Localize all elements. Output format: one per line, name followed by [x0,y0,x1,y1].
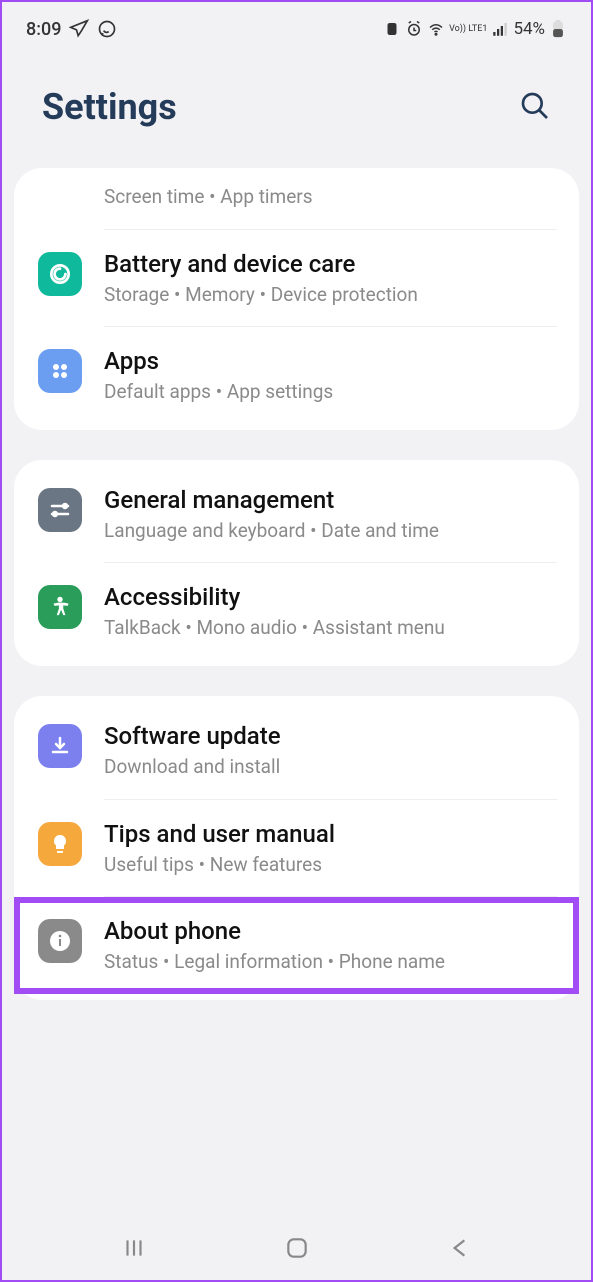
row-subtitle: Screen time • App timers [104,184,555,211]
status-time: 8:09 [26,19,61,40]
row-subtitle: Storage • Memory • Device protection [104,282,555,309]
page-title: Settings [42,86,177,128]
signal-icon [491,20,509,38]
settings-item-digital-wellbeing[interactable]: Screen time • App timers [14,174,579,229]
settings-item-apps[interactable]: Apps Default apps • App settings [14,327,579,424]
alarm-icon [405,20,423,38]
settings-item-general-management[interactable]: General management Language and keyboard… [14,466,579,563]
software-update-icon [38,724,82,768]
settings-item-software-update[interactable]: Software update Download and install [14,702,579,799]
row-title: Battery and device care [104,250,555,278]
row-title: Tips and user manual [104,820,555,848]
back-button[interactable] [447,1235,473,1265]
volte-indicator: Vo)) LTE1 [449,25,487,34]
settings-group-device: Screen time • App timers Battery and dev… [14,168,579,430]
row-subtitle: Download and install [104,754,555,781]
status-bar: 8:09 Vo)) LTE1 54% [2,2,591,56]
wifi-icon [427,20,445,38]
row-subtitle: Status • Legal information • Phone name [104,949,555,976]
row-subtitle: Default apps • App settings [104,379,555,406]
search-icon [519,90,551,122]
row-title: Apps [104,347,555,375]
notification-icon [383,20,401,38]
tips-icon [38,822,82,866]
settings-item-tips[interactable]: Tips and user manual Useful tips • New f… [14,800,579,897]
row-title: Accessibility [104,583,555,611]
settings-item-accessibility[interactable]: Accessibility TalkBack • Mono audio • As… [14,563,579,660]
row-subtitle: Language and keyboard • Date and time [104,518,555,545]
settings-item-battery-care[interactable]: Battery and device care Storage • Memory… [14,230,579,327]
header: Settings [2,56,591,168]
apps-icon [38,349,82,393]
about-phone-icon [38,919,82,963]
settings-group-general: General management Language and keyboard… [14,460,579,666]
settings-group-about: Software update Download and install Tip… [14,696,579,1000]
settings-item-about-phone[interactable]: About phone Status • Legal information •… [14,897,579,994]
telegram-icon [69,19,89,39]
search-button[interactable] [519,90,551,125]
row-subtitle: Useful tips • New features [104,852,555,879]
recents-button[interactable] [121,1235,147,1265]
battery-care-icon [38,252,82,296]
row-title: About phone [104,917,555,945]
row-subtitle: TalkBack • Mono audio • Assistant menu [104,615,555,642]
battery-percent: 54% [513,19,545,39]
whatsapp-icon [97,19,117,39]
home-button[interactable] [284,1235,310,1265]
navigation-bar [2,1220,591,1280]
row-title: General management [104,486,555,514]
accessibility-icon [38,585,82,629]
row-title: Software update [104,722,555,750]
general-management-icon [38,488,82,532]
battery-icon [549,20,567,38]
